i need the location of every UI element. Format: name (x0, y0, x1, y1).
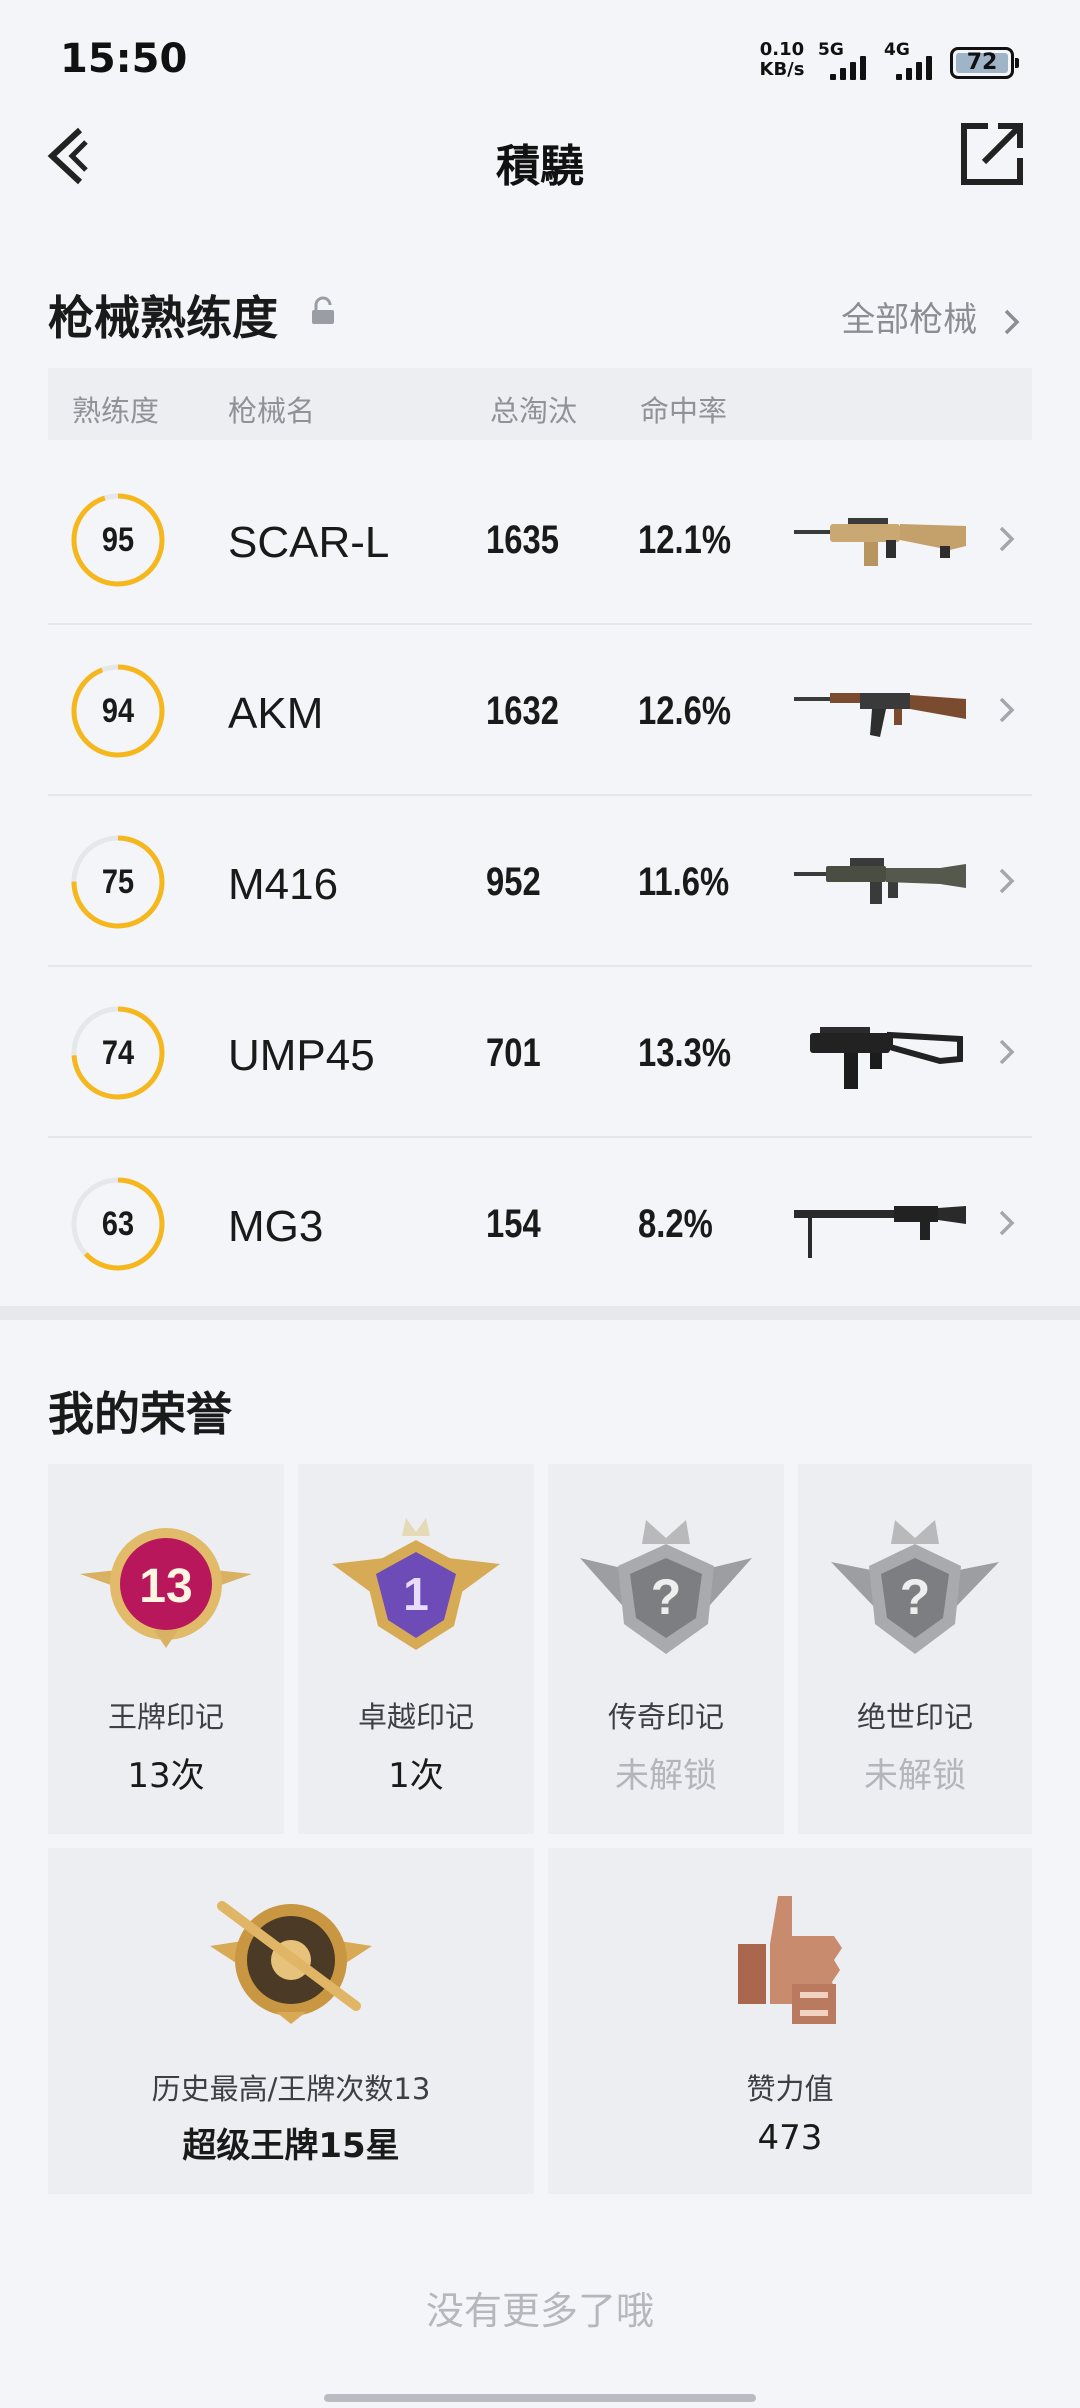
lock-icon[interactable] (310, 296, 336, 326)
excellence-mark-card[interactable]: 1 卓越印记 1次 (298, 1464, 534, 1834)
weapon-accuracy: 12.1% (638, 518, 732, 562)
like-power-card[interactable]: 赞力值 473 (548, 1848, 1032, 2194)
network-speed-value: 0.10 (759, 39, 805, 60)
chevron-right-icon (999, 1210, 1015, 1236)
page-title: 積驍 (496, 141, 584, 192)
akm-rifle-icon (794, 693, 966, 737)
weapon-name: SCAR-L (228, 518, 390, 567)
network-speed-unit: KB/s (759, 59, 805, 80)
all-weapons-link[interactable]: 全部枪械 (841, 292, 1024, 341)
weapon-row-akm[interactable]: 94 AKM 1632 12.6% (48, 625, 1032, 796)
chevron-right-icon (999, 868, 1015, 894)
peerless-mark-status: 未解锁 (864, 1756, 966, 1796)
ace-mark-count: 13次 (127, 1756, 205, 1796)
peerless-mark-card[interactable]: ? 绝世印记 未解锁 (798, 1464, 1032, 1834)
weapon-kills: 1635 (486, 518, 559, 562)
ump45-smg-icon (810, 1027, 963, 1089)
weapon-name: MG3 (228, 1202, 324, 1251)
weapon-table-header: 熟练度 枪械名 总淘汰 命中率 (48, 368, 1032, 440)
nav-bar: 積驍 (0, 120, 1080, 200)
excellence-mark-badge-number: 1 (403, 1568, 429, 1620)
super-ace-rank-icon (210, 1901, 372, 2024)
all-weapons-label: 全部枪械 (841, 300, 978, 340)
ace-mark-badge-icon: 13 (80, 1528, 252, 1648)
share-icon (961, 123, 1023, 185)
proficiency-value: 75 (101, 863, 135, 901)
weapon-row-m416[interactable]: 75 M416 952 11.6% (48, 796, 1032, 967)
battery-level: 72 (966, 50, 998, 75)
col-total-kills: 总淘汰 (490, 394, 578, 428)
col-accuracy: 命中率 (640, 394, 728, 428)
legend-mark-locked-badge-icon: ? (580, 1520, 752, 1654)
proficiency-value: 74 (101, 1034, 135, 1072)
weapon-name: AKM (228, 689, 324, 738)
col-weapon-name: 枪械名 (228, 394, 316, 428)
status-bar: 15:50 0.10 KB/s 5G 4G 72 (0, 0, 1080, 120)
proficiency-value: 63 (101, 1205, 135, 1243)
signal-4g-icon: 4G (884, 40, 940, 84)
history-highest-value: 超级王牌15星 (182, 2126, 400, 2166)
weapon-kills: 952 (486, 860, 541, 904)
like-power-value: 473 (757, 2118, 823, 2158)
col-proficiency: 熟练度 (72, 394, 160, 428)
proficiency-value: 94 (101, 692, 135, 730)
chevron-right-icon (999, 526, 1015, 552)
ace-mark-label: 王牌印记 (107, 1700, 224, 1734)
peerless-mark-label: 绝世印记 (856, 1700, 973, 1734)
no-more-content-text: 没有更多了哦 (425, 2289, 654, 2333)
chevron-right-icon (999, 1039, 1015, 1065)
weapon-accuracy: 12.6% (638, 689, 732, 733)
legend-mark-label: 传奇印记 (607, 1700, 724, 1734)
signal-5g-icon: 5G (818, 40, 874, 84)
like-power-label: 赞力值 (746, 2072, 834, 2106)
battery-icon: 72 (950, 47, 1019, 79)
legend-mark-status: 未解锁 (615, 1756, 717, 1796)
chevron-right-icon (1004, 309, 1020, 334)
m416-rifle-icon (794, 858, 966, 904)
legend-mark-card[interactable]: ? 传奇印记 未解锁 (548, 1464, 784, 1834)
status-time: 15:50 (60, 36, 188, 82)
weapon-accuracy: 11.6% (638, 860, 730, 904)
ace-mark-card[interactable]: 13 王牌印记 13次 (48, 1464, 284, 1834)
weapon-row-scar-l[interactable]: 95 SCAR-L 1635 12.1% (48, 454, 1032, 625)
ace-mark-badge-number: 13 (139, 1560, 192, 1613)
legend-mark-badge-symbol: ? (651, 1569, 682, 1625)
home-indicator-bar[interactable] (324, 2394, 756, 2402)
weapon-proficiency-title: 枪械熟练度 (48, 291, 278, 345)
thumbs-up-icon (738, 1896, 842, 2024)
weapon-kills: 154 (486, 1202, 541, 1246)
history-highest-card[interactable]: 历史最高/王牌次数13 超级王牌15星 (48, 1848, 534, 2194)
weapon-name: M416 (228, 860, 339, 909)
share-button[interactable] (958, 120, 1026, 188)
weapon-row-ump45[interactable]: 74 UMP45 701 13.3% (48, 967, 1032, 1138)
excellence-mark-label: 卓越印记 (357, 1700, 474, 1734)
chevron-right-icon (999, 697, 1015, 723)
history-highest-label: 历史最高/王牌次数13 (151, 2072, 431, 2106)
peerless-mark-locked-badge-icon: ? (831, 1520, 999, 1654)
my-honors-title: 我的荣誉 (48, 1387, 232, 1441)
weapon-kills: 701 (486, 1031, 541, 1075)
weapon-name: UMP45 (228, 1031, 375, 1080)
network-speed: 0.10 KB/s (758, 40, 806, 80)
peerless-mark-badge-symbol: ? (900, 1569, 931, 1625)
mg3-machine-gun-icon (794, 1206, 966, 1258)
excellence-mark-count: 1次 (388, 1756, 444, 1796)
section-divider (0, 1306, 1080, 1320)
weapon-kills: 1632 (486, 689, 559, 733)
signal-4g-label: 4G (884, 40, 910, 60)
weapon-accuracy: 13.3% (638, 1031, 732, 1075)
proficiency-value: 95 (101, 521, 135, 559)
weapon-accuracy: 8.2% (638, 1202, 713, 1246)
weapon-row-mg3[interactable]: 63 MG3 154 8.2% (48, 1138, 1032, 1309)
scar-l-rifle-icon (794, 518, 966, 566)
signal-5g-label: 5G (818, 40, 844, 60)
excellence-mark-badge-icon: 1 (332, 1518, 500, 1650)
